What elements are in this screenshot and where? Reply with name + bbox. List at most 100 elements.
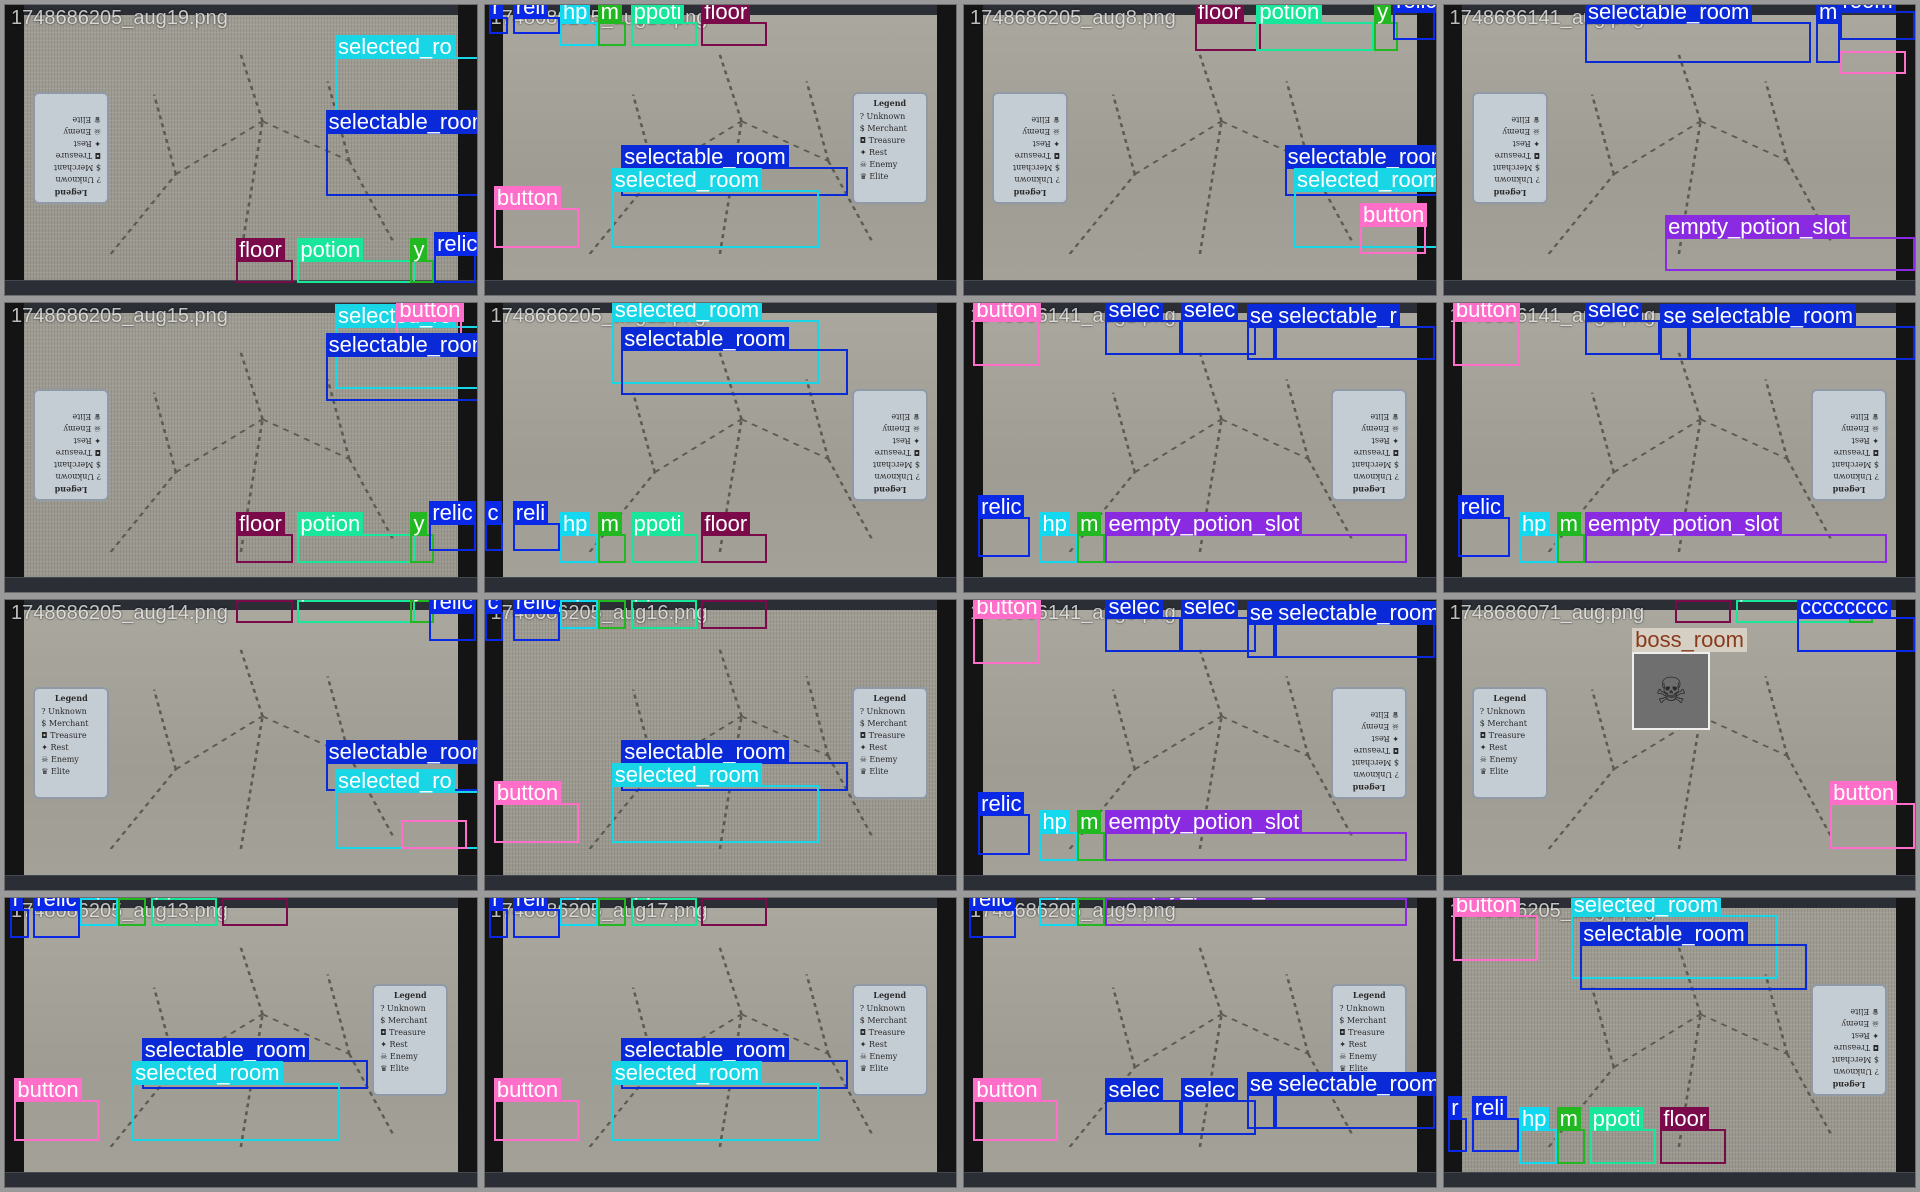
left-dark-panel — [484, 897, 504, 1187]
legend-row: ☠ Enemy — [63, 424, 102, 434]
bottom-toolbar — [5, 1172, 477, 1187]
potion-box — [630, 534, 697, 564]
selectable-room-tag: selectable_room — [1584, 4, 1753, 25]
money-tag: y — [410, 237, 428, 262]
right-dark-panel — [937, 5, 956, 295]
button-tag: button — [1830, 780, 1898, 805]
bottom-toolbar — [484, 279, 956, 295]
potion-box — [630, 22, 697, 46]
legend-row: ♛ Elite — [1850, 412, 1879, 422]
hp-tag: hp — [559, 512, 591, 537]
legend-row: ◘ Treasure — [1339, 1028, 1385, 1038]
button-tag: button — [493, 185, 562, 210]
legend-row: ◘ Treasure — [874, 448, 920, 458]
legend-row: ♛ Elite — [859, 1064, 889, 1074]
screenshot-tile: Legend ? Unknown $ Merchant ◘ Treasure ✦ Res… — [1442, 896, 1916, 1188]
map-path-line — [1700, 1013, 1789, 1055]
selectable-room-tag: m — [1815, 4, 1841, 25]
selectable-room-tag: selectable_room — [1275, 601, 1436, 626]
selectable-room-box — [1275, 325, 1436, 361]
empty-potion-slot-tag: empty_potion_slot — [1665, 214, 1850, 239]
money-tag: m — [1556, 1107, 1581, 1132]
floor-tag: floor — [221, 897, 271, 900]
empty-potion-slot-tag: eempty_potion_slot — [1584, 512, 1782, 537]
map-path-line — [1198, 121, 1223, 255]
legend-row: $ Merchant — [859, 718, 907, 728]
empty-potion-slot-box — [1105, 534, 1408, 564]
legend-panel: Legend ? Unknown $ Merchant ◘ Treasure ✦ Res… — [1331, 389, 1408, 502]
legend-row: ◘ Treasure — [859, 730, 906, 740]
legend-row: ♛ Elite — [1370, 709, 1400, 719]
money-box — [1556, 1129, 1585, 1164]
legend-panel: Legend ? Unknown $ Merchant ◘ Treasure ✦ Res… — [33, 91, 110, 204]
legend-panel: Legend ? Unknown $ Merchant ◘ Treasure ✦ Res… — [33, 389, 110, 502]
relic-box — [434, 253, 477, 283]
legend-panel: Legend ? Unknown $ Merchant ◘ Treasure ✦ Res… — [851, 91, 928, 204]
legend-row: ◘ Treasure — [380, 1028, 426, 1038]
potion-tag: ppoti — [630, 4, 685, 25]
map-path-line — [718, 649, 744, 717]
legend-row: ♛ Elite — [72, 412, 102, 422]
map-path-line — [1764, 81, 1789, 162]
legend-row: ☠ Enemy — [1361, 721, 1400, 731]
bottom-toolbar — [964, 1172, 1436, 1187]
legend-row: ? Unknown — [874, 472, 920, 482]
legend-row: $ Merchant — [1492, 162, 1540, 172]
relic-tag: r — [9, 897, 24, 912]
legend-row: ♛ Elite — [1370, 412, 1400, 422]
map-path-line — [174, 120, 264, 175]
potion-tag: potion — [297, 512, 364, 537]
button-box — [1360, 225, 1427, 254]
money-tag: m — [597, 4, 622, 25]
map-path-line — [1220, 418, 1309, 460]
legend-panel: Legend ? Unknown $ Merchant ◘ Treasure ✦ Res… — [1810, 984, 1887, 1097]
legend-row: $ Merchant — [1831, 460, 1879, 470]
selectable-room-tag: se — [1246, 601, 1277, 626]
map-path-line — [174, 418, 264, 473]
floor-box — [236, 259, 293, 283]
legend-row: $ Merchant — [859, 123, 907, 133]
legend-row: ? Unknown — [859, 1004, 906, 1014]
money-box — [597, 600, 626, 629]
selectable-room-box — [1815, 22, 1840, 63]
legend-row: ☠ Enemy — [1022, 126, 1061, 136]
file-name-label: 1748686071_aug.png — [1449, 602, 1645, 624]
button-tag: button — [1360, 203, 1428, 228]
legend-row: ♛ Elite — [891, 412, 920, 422]
selected-room-tag: selected_room — [1294, 168, 1436, 193]
relic-box — [489, 16, 509, 34]
hp-box — [1518, 534, 1557, 564]
button-box — [973, 319, 1040, 367]
map-path-line — [109, 471, 177, 552]
legend-row: ? Unknown — [1014, 174, 1061, 184]
legend-title: Legend — [1352, 990, 1386, 1001]
map-path-line — [718, 54, 744, 122]
legend-row: ? Unknown — [1494, 174, 1540, 184]
selectable-room-box — [1105, 319, 1181, 355]
money-tag: m — [1077, 809, 1102, 834]
legend-row: ♛ Elite — [1511, 114, 1540, 124]
map-path-line — [1133, 1013, 1223, 1068]
map-path-line — [632, 392, 657, 472]
screenshot-tile: Legend ? Unknown $ Merchant ◘ Treasure ✦ Res… — [483, 4, 957, 296]
legend-row: ☠ Enemy — [1841, 424, 1879, 434]
map-path-line — [1285, 378, 1310, 459]
legend-title: Legend — [1832, 1080, 1866, 1091]
relic-box — [512, 16, 560, 34]
potion-tag: potion — [297, 599, 364, 602]
relic-tag: c — [484, 500, 502, 525]
map-path-line — [1111, 94, 1136, 175]
map-path-line — [1591, 987, 1616, 1067]
screenshot-tile: Legend ? Unknown $ Merchant ◘ Treasure ✦ Res… — [963, 4, 1437, 296]
legend-row: ◘ Treasure — [1353, 448, 1400, 458]
selectable-room-box — [1246, 623, 1276, 658]
legend-title: Legend — [873, 485, 907, 496]
legend-row: ✦ Rest — [41, 742, 69, 752]
money-box — [597, 534, 626, 564]
hp-tag: hp — [559, 599, 591, 602]
floor-tag: floor — [701, 599, 751, 602]
legend-row: ☠ Enemy — [859, 1052, 898, 1062]
map-path-line — [1547, 768, 1616, 850]
boss-room-icon: ☠ — [1632, 652, 1711, 731]
hp-tag: hp — [559, 4, 591, 25]
